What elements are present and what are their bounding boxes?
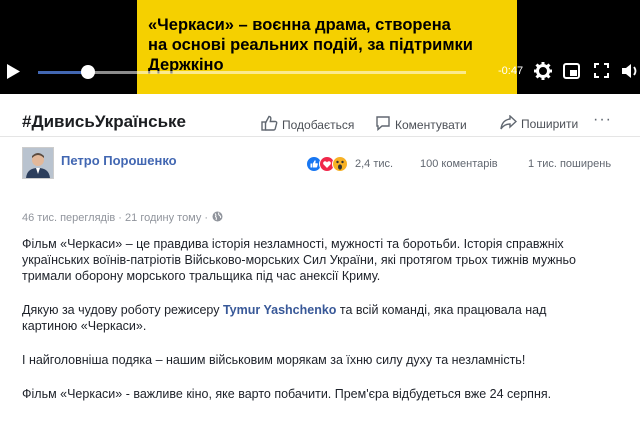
gear-icon[interactable] — [534, 62, 552, 85]
video-hashtag-title[interactable]: #ДивисьУкраїнське — [22, 112, 186, 132]
volume-icon[interactable] — [622, 62, 640, 85]
divider — [0, 136, 640, 137]
play-icon[interactable] — [7, 64, 20, 84]
mention-link[interactable]: Tymur Yashchenko — [223, 303, 336, 317]
like-button-label: Подобається — [282, 117, 355, 132]
author-avatar[interactable] — [22, 147, 54, 179]
post-meta: 46 тис. переглядів · 21 годину тому · — [22, 211, 223, 225]
comments-count[interactable]: 100 коментарів — [420, 158, 498, 170]
globe-icon — [212, 211, 223, 225]
comment-button-label: Коментувати — [395, 117, 467, 132]
video-progress-handle[interactable] — [81, 65, 96, 79]
more-options-button[interactable]: ··· — [593, 111, 612, 129]
thumbs-up-icon — [261, 115, 278, 134]
video-caption-text: «Черкаси» – воєнна драма, створена на ос… — [148, 16, 473, 74]
share-arrow-icon — [500, 114, 518, 133]
shares-count[interactable]: 1 тис. поширень — [528, 158, 611, 170]
video-progress-bar[interactable] — [38, 65, 466, 79]
views-and-time: 46 тис. переглядів · 21 годину тому · — [22, 212, 209, 224]
fullscreen-icon[interactable] — [594, 63, 609, 83]
video-time-remaining: -0:47 — [498, 65, 524, 77]
post-paragraph-4: Фільм «Черкаси» - важливе кіно, яке варт… — [22, 387, 552, 401]
like-button[interactable]: Подобається — [261, 115, 354, 134]
picture-in-picture-icon[interactable] — [563, 63, 580, 84]
comment-button[interactable]: Коментувати — [375, 115, 467, 134]
post-paragraph-1: Фільм «Черкаси» – це правдива історія не… — [22, 237, 576, 283]
reactions-count[interactable]: 2,4 тис. — [355, 158, 393, 170]
share-button-label: Поширити — [521, 117, 579, 131]
reactions-icons[interactable] — [306, 156, 352, 172]
comment-icon — [375, 115, 391, 134]
post-paragraph-3: І найголовніша подяка – нашим військовим… — [22, 353, 526, 367]
paragraph-text: Дякую за чудову роботу режисеру — [22, 303, 223, 317]
post-paragraph-2: Дякую за чудову роботу режисеру Tymur Ya… — [22, 302, 602, 334]
video-player[interactable]: «Черкаси» – воєнна драма, створена на ос… — [0, 0, 640, 94]
author-name-link[interactable]: Петро Порошенко — [61, 153, 177, 168]
share-button[interactable]: Поширити — [500, 114, 579, 133]
